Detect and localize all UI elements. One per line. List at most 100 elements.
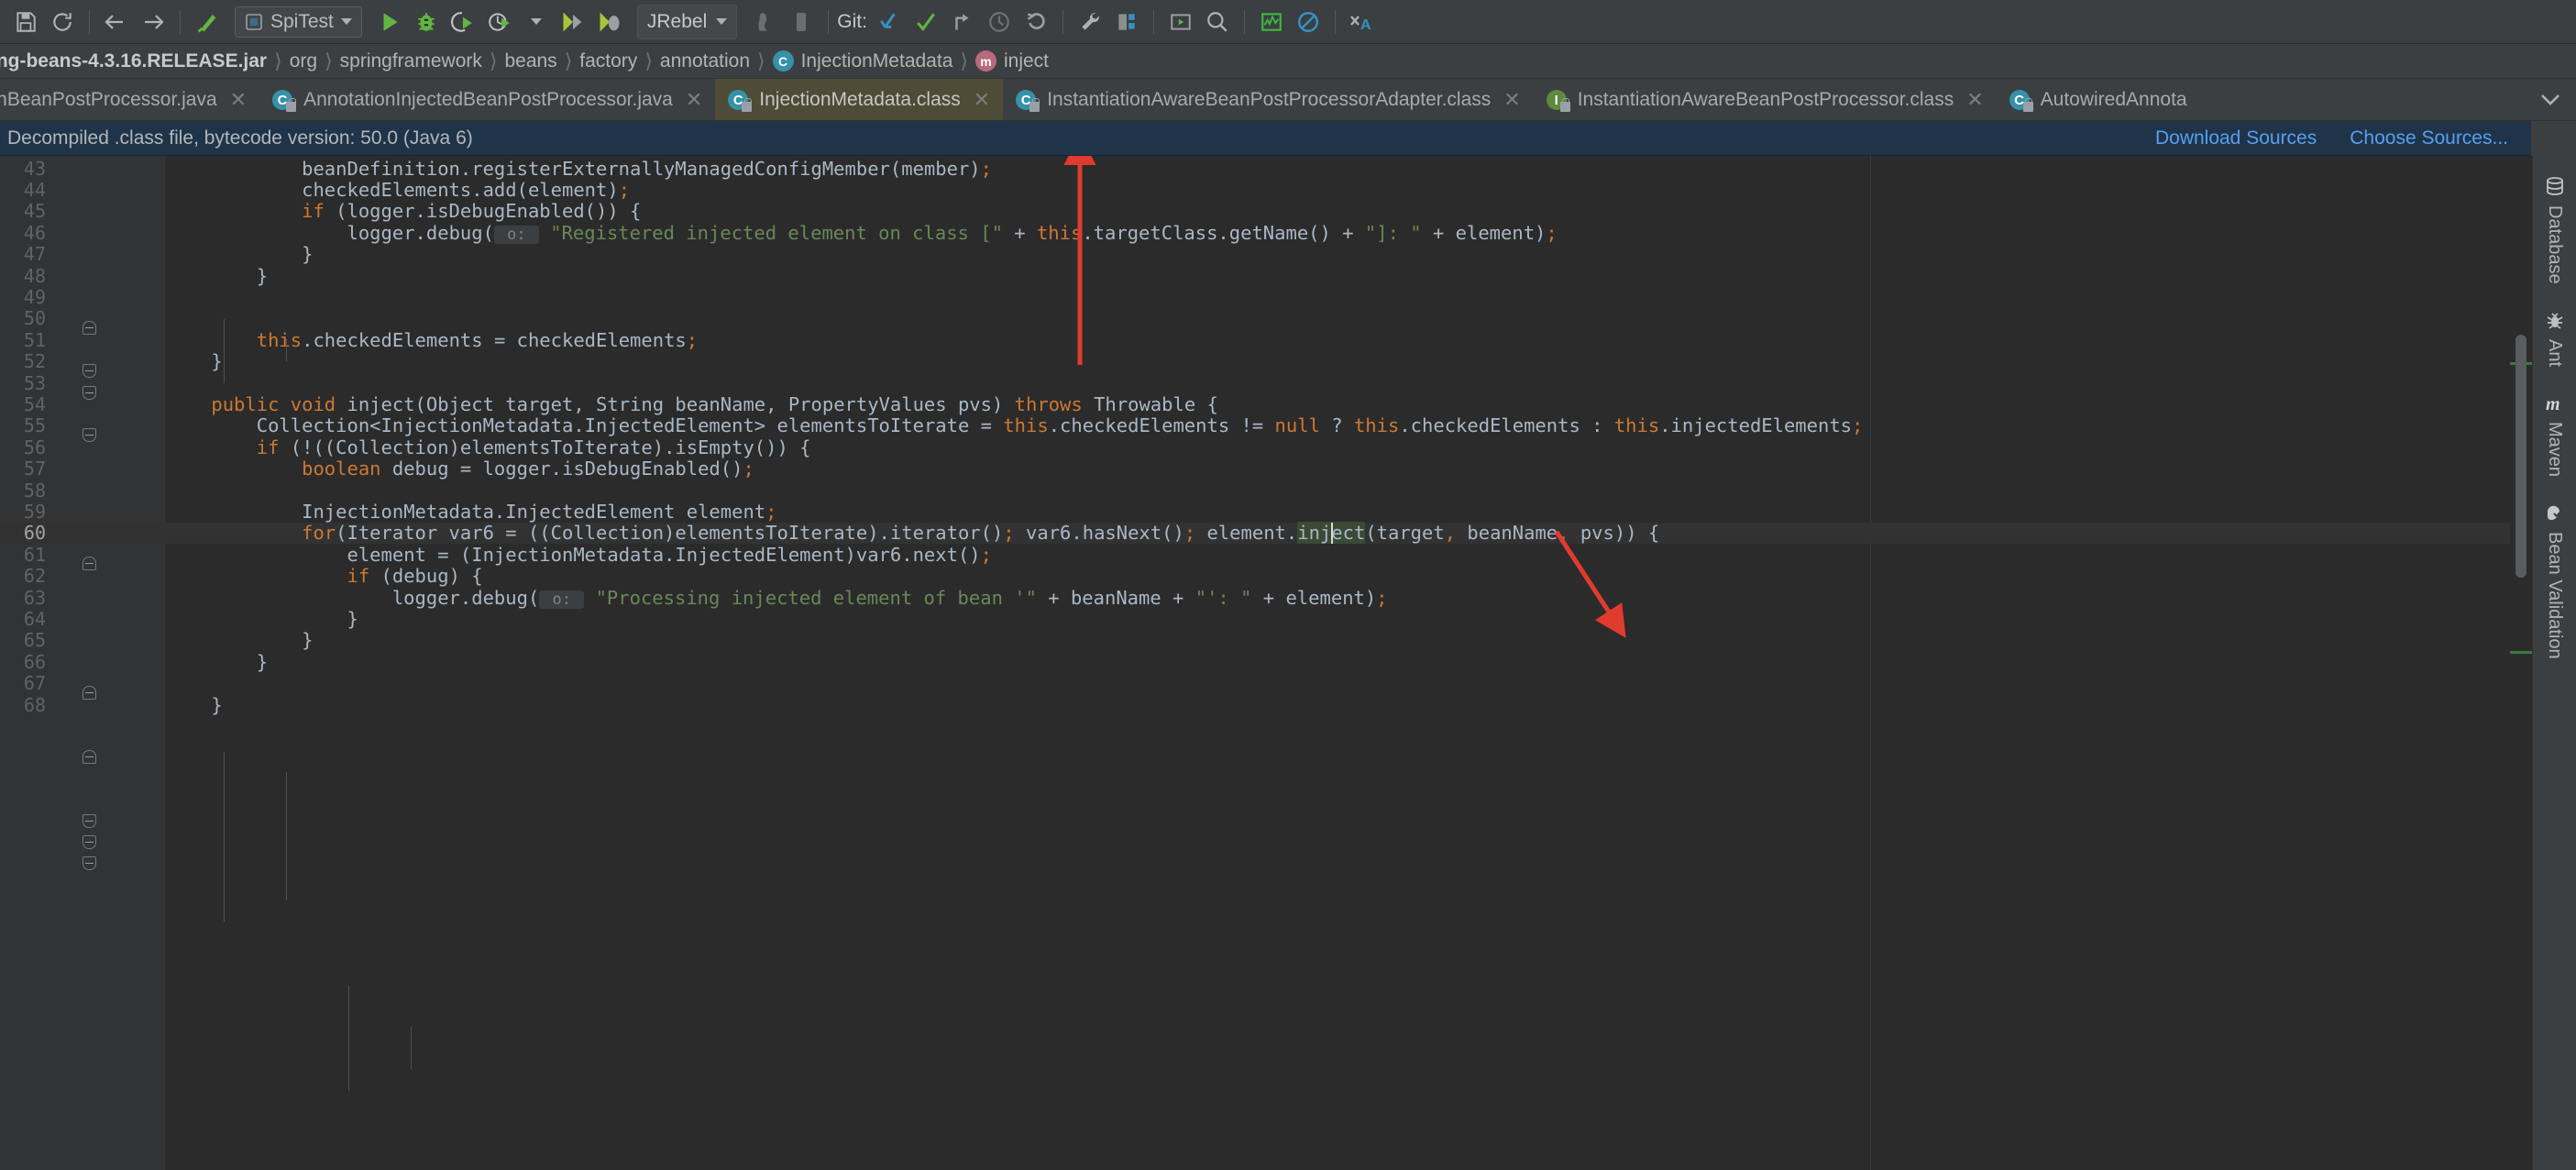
- search-everywhere-icon[interactable]: [1199, 4, 1236, 40]
- fold-marker[interactable]: [83, 428, 96, 442]
- jrebel-selector[interactable]: JRebel: [637, 5, 737, 39]
- stop-icon[interactable]: [783, 4, 820, 40]
- code-line[interactable]: 59 InjectionMetadata.InjectedElement ele…: [0, 501, 2532, 522]
- attach-process-icon[interactable]: [746, 4, 783, 40]
- save-all-icon[interactable]: [7, 4, 44, 40]
- code-line[interactable]: 66 }: [0, 651, 2532, 672]
- code-line[interactable]: 47 }: [0, 244, 2532, 265]
- toolbar-divider: [1153, 10, 1154, 34]
- settings-wrench-icon[interactable]: [1072, 4, 1108, 40]
- tab-injection-metadata-class[interactable]: C InjectionMetadata.class ✕: [715, 79, 1003, 121]
- code-line[interactable]: 63 logger.debug( o: "Processing injected…: [0, 587, 2532, 608]
- tab-annotation-injected-bean-post-processor-java[interactable]: C AnnotationInjectedBeanPostProcessor.ja…: [259, 79, 715, 121]
- breadcrumb-item-method[interactable]: m inject: [970, 44, 1054, 79]
- run-icon[interactable]: [371, 4, 408, 40]
- tab-instantiation-aware-bean-post-processor-adapter-class[interactable]: C InstantiationAwareBeanPostProcessorAda…: [1003, 79, 1534, 121]
- chevron-down-icon[interactable]: [716, 18, 727, 25]
- fold-marker[interactable]: [83, 835, 96, 849]
- editor-scrollbar[interactable]: [2510, 156, 2532, 1170]
- run-configuration-selector[interactable]: SpiTest: [235, 6, 362, 38]
- code-line[interactable]: 68 }: [0, 694, 2532, 715]
- code-line[interactable]: 61 element = (InjectionMetadata.Injected…: [0, 544, 2532, 565]
- no-entry-icon[interactable]: [1290, 4, 1327, 40]
- update-project-icon[interactable]: [871, 4, 908, 40]
- fold-marker[interactable]: [83, 386, 96, 400]
- tab-instantiation-aware-bean-post-processor-class[interactable]: I InstantiationAwareBeanPostProcessor.cl…: [1534, 79, 1997, 121]
- breadcrumb-item-jar[interactable]: ing-beans-4.3.16.RELEASE.jar: [0, 44, 272, 79]
- fold-marker[interactable]: [83, 557, 96, 570]
- tab-label: InjectionMetadata.class: [759, 89, 960, 111]
- breadcrumb-item-beans[interactable]: beans: [499, 44, 562, 79]
- fold-marker[interactable]: [83, 814, 96, 828]
- download-sources-link[interactable]: Download Sources: [2155, 127, 2317, 149]
- tab-close-icon[interactable]: ✕: [230, 90, 247, 110]
- breadcrumb-item-springframework[interactable]: springframework: [335, 44, 488, 79]
- profile-dropdown-chevron-icon[interactable]: [518, 4, 555, 40]
- fold-marker[interactable]: [83, 364, 96, 378]
- code-line[interactable]: 58: [0, 480, 2532, 501]
- build-project-icon[interactable]: [189, 4, 226, 40]
- breadcrumb-separator: ⟩: [563, 50, 575, 73]
- tab-autowired-annotation[interactable]: C AutowiredAnnota: [1997, 79, 2200, 121]
- chevron-down-icon[interactable]: [341, 18, 352, 25]
- breadcrumb-item-factory[interactable]: factory: [574, 44, 643, 79]
- choose-sources-link[interactable]: Choose Sources...: [2350, 127, 2508, 149]
- code-line[interactable]: 60 for(Iterator var6 = ((Collection)elem…: [0, 523, 2532, 544]
- code-line[interactable]: 50: [0, 308, 2532, 329]
- code-line[interactable]: 51 this.checkedElements = checkedElement…: [0, 329, 2532, 350]
- run-with-coverage-icon[interactable]: [445, 4, 481, 40]
- profile-icon[interactable]: [481, 4, 518, 40]
- code-line[interactable]: 56 if (!((Collection)elementsToIterate).…: [0, 436, 2532, 458]
- code-line[interactable]: 48 }: [0, 265, 2532, 286]
- code-line[interactable]: 67: [0, 673, 2532, 694]
- breadcrumb-item-annotation[interactable]: annotation: [655, 44, 755, 79]
- breadcrumb-label: springframework: [340, 50, 482, 72]
- code-line[interactable]: 44 checkedElements.add(element);: [0, 179, 2532, 200]
- show-history-icon[interactable]: [981, 4, 1018, 40]
- translate-icon[interactable]: A: [1344, 4, 1381, 40]
- tab-annotation-bean-post-processor-java[interactable]: tionBeanPostProcessor.java ✕: [0, 79, 259, 121]
- tab-close-icon[interactable]: ✕: [1503, 90, 1520, 110]
- navigate-forward-icon[interactable]: [135, 4, 171, 40]
- debug-jrebel-icon[interactable]: [591, 4, 628, 40]
- run-anything-icon[interactable]: [1162, 4, 1199, 40]
- code-line[interactable]: 57 boolean debug = logger.isDebugEnabled…: [0, 458, 2532, 480]
- sync-icon[interactable]: [44, 4, 81, 40]
- code-line[interactable]: 62 if (debug) {: [0, 566, 2532, 587]
- tool-window-bean-validation[interactable]: Bean Validation: [2544, 490, 2566, 672]
- code-line[interactable]: 55 Collection<InjectionMetadata.Injected…: [0, 415, 2532, 436]
- tabs-overflow-chevron-down-icon[interactable]: [2525, 79, 2576, 120]
- indent-guide: [224, 319, 225, 383]
- fold-marker[interactable]: [83, 856, 96, 870]
- code-line[interactable]: 54 public void inject(Object target, Str…: [0, 393, 2532, 414]
- tool-window-database[interactable]: Database: [2544, 163, 2566, 297]
- code-line[interactable]: 65 }: [0, 630, 2532, 651]
- scrollbar-thumb[interactable]: [2515, 335, 2526, 578]
- rerun-jrebel-icon[interactable]: [555, 4, 591, 40]
- code-editor[interactable]: 43 beanDefinition.registerExternallyMana…: [0, 156, 2532, 1170]
- code-line[interactable]: 45 if (logger.isDebugEnabled()) {: [0, 201, 2532, 222]
- fold-marker[interactable]: [83, 321, 96, 335]
- breadcrumb-item-class[interactable]: C InjectionMetadata: [767, 44, 959, 79]
- code-line[interactable]: 53: [0, 372, 2532, 393]
- code-line[interactable]: 64 }: [0, 608, 2532, 629]
- tab-close-icon[interactable]: ✕: [1966, 90, 1983, 110]
- commit-changes-icon[interactable]: [908, 4, 944, 40]
- fold-marker[interactable]: [83, 686, 96, 700]
- tool-window-ant[interactable]: Ant: [2544, 297, 2566, 380]
- navigate-back-icon[interactable]: [98, 4, 135, 40]
- code-line[interactable]: 43 beanDefinition.registerExternallyMana…: [0, 158, 2532, 179]
- breadcrumb-item-org[interactable]: org: [284, 44, 323, 79]
- push-commits-icon[interactable]: [944, 4, 981, 40]
- fold-marker[interactable]: [83, 750, 96, 764]
- tool-window-maven[interactable]: m Maven: [2544, 380, 2566, 490]
- project-structure-icon[interactable]: [1108, 4, 1145, 40]
- debug-icon[interactable]: [408, 4, 445, 40]
- code-line[interactable]: 49: [0, 286, 2532, 307]
- tab-close-icon[interactable]: ✕: [686, 90, 702, 110]
- tab-close-icon[interactable]: ✕: [974, 90, 990, 110]
- code-line[interactable]: 46 logger.debug( o: "Registered injected…: [0, 222, 2532, 243]
- code-line[interactable]: 52 }: [0, 351, 2532, 372]
- rollback-icon[interactable]: [1018, 4, 1054, 40]
- jprofiler-icon[interactable]: [1253, 4, 1290, 40]
